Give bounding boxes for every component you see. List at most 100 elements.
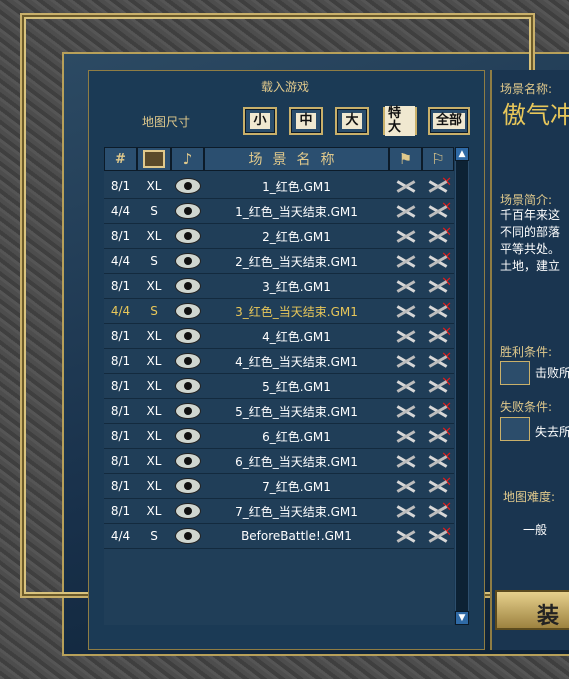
- size-all-button[interactable]: 全部: [428, 107, 470, 135]
- defeat-condition-icon: [500, 417, 530, 441]
- size-large-label: 大: [342, 113, 362, 129]
- sort-size-button[interactable]: [137, 147, 171, 171]
- crossed-swords-icon: [394, 202, 418, 220]
- crossed-swords-icon: [394, 402, 418, 420]
- table-row[interactable]: 8/1 XL 7_红色_当天结束.GM1 ✕: [104, 499, 454, 524]
- table-row[interactable]: 8/1 XL 3_红色.GM1 ✕: [104, 274, 454, 299]
- defeat-cell: ✕: [422, 449, 454, 474]
- table-row[interactable]: 8/1 XL 6_红色_当天结束.GM1 ✕: [104, 449, 454, 474]
- preview-cell: [171, 224, 204, 249]
- victory-cell: [389, 174, 422, 199]
- defeat-cell: ✕: [422, 349, 454, 374]
- table-row[interactable]: 8/1 XL 5_红色_当天结束.GM1 ✕: [104, 399, 454, 424]
- players-cell: 8/1: [104, 274, 137, 299]
- defeat-swords-icon: ✕: [426, 251, 452, 270]
- defeat-flag-icon: ⚐: [431, 150, 445, 168]
- size-medium-label: 中: [296, 113, 316, 129]
- map-size-label: 地图尺寸: [142, 115, 191, 129]
- scene-name-value: 傲气冲: [502, 101, 569, 129]
- table-row[interactable]: 4/4 S BeforeBattle!.GM1 ✕: [104, 524, 454, 549]
- load-button-label: 装: [537, 604, 560, 629]
- crossed-swords-icon: [394, 352, 418, 370]
- table-row[interactable]: 8/1 XL 2_红色.GM1 ✕: [104, 224, 454, 249]
- crossed-swords-icon: [394, 327, 418, 345]
- scroll-up-button[interactable]: ▲: [455, 147, 469, 161]
- sort-version-button[interactable]: ♪: [171, 147, 204, 171]
- table-row[interactable]: 4/4 S 1_红色_当天结束.GM1 ✕: [104, 199, 454, 224]
- list-scrollbar[interactable]: [455, 147, 469, 625]
- defeat-swords-icon: ✕: [426, 401, 452, 420]
- intro-line: 不同的部落: [500, 225, 561, 239]
- map-size-cell: XL: [137, 224, 171, 249]
- scene-name-cell: 6_红色_当天结束.GM1: [204, 449, 389, 474]
- size-xlarge-label: 特大: [385, 106, 415, 136]
- players-cell: 4/4: [104, 249, 137, 274]
- scene-name-cell: 4_红色.GM1: [204, 324, 389, 349]
- preview-cell: [171, 449, 204, 474]
- crossed-swords-icon: [394, 227, 418, 245]
- defeat-cell: ✕: [422, 224, 454, 249]
- table-row[interactable]: 8/1 XL 4_红色_当天结束.GM1 ✕: [104, 349, 454, 374]
- scene-name-cell: 4_红色_当天结束.GM1: [204, 349, 389, 374]
- defeat-cell: ✕: [422, 424, 454, 449]
- table-row[interactable]: 4/4 S 3_红色_当天结束.GM1 ✕: [104, 299, 454, 324]
- defeat-swords-icon: ✕: [426, 201, 452, 220]
- victory-cell: [389, 199, 422, 224]
- crossed-swords-icon: [394, 452, 418, 470]
- map-size-cell: XL: [137, 324, 171, 349]
- eye-icon: [175, 304, 200, 318]
- map-size-cell: S: [137, 524, 171, 549]
- map-size-cell: XL: [137, 174, 171, 199]
- scene-name-cell: 6_红色.GM1: [204, 424, 389, 449]
- load-button[interactable]: 装: [495, 590, 569, 630]
- table-row[interactable]: 8/1 XL 6_红色.GM1 ✕: [104, 424, 454, 449]
- sort-victory-button[interactable]: ⚑: [389, 147, 422, 171]
- preview-cell: [171, 249, 204, 274]
- map-size-cell: XL: [137, 449, 171, 474]
- difficulty-label: 地图难度:: [503, 490, 556, 504]
- victory-text: 击败所: [535, 366, 569, 380]
- victory-cell: [389, 224, 422, 249]
- map-size-cell: XL: [137, 274, 171, 299]
- victory-cell: [389, 274, 422, 299]
- table-row[interactable]: 8/1 XL 4_红色.GM1 ✕: [104, 324, 454, 349]
- sort-name-button[interactable]: 场景名称: [204, 147, 389, 171]
- eye-icon: [175, 529, 200, 543]
- scene-name-cell: 2_红色_当天结束.GM1: [204, 249, 389, 274]
- defeat-swords-icon: ✕: [426, 276, 452, 295]
- size-medium-button[interactable]: 中: [289, 107, 323, 135]
- victory-cell: [389, 324, 422, 349]
- size-large-button[interactable]: 大: [335, 107, 369, 135]
- map-size-cell: XL: [137, 374, 171, 399]
- crossed-swords-icon: [394, 377, 418, 395]
- scene-name-header: 场景名称: [248, 152, 345, 168]
- scenario-details-panel: [490, 70, 569, 650]
- map-size-cell: S: [137, 299, 171, 324]
- sort-players-button[interactable]: #: [104, 147, 137, 171]
- difficulty-value: 一般: [523, 523, 548, 537]
- table-row[interactable]: 8/1 XL 1_红色.GM1 ✕: [104, 174, 454, 199]
- table-row[interactable]: 8/1 XL 5_红色.GM1 ✕: [104, 374, 454, 399]
- map-size-cell: XL: [137, 349, 171, 374]
- size-xlarge-button[interactable]: 特大: [383, 106, 417, 136]
- players-icon: #: [115, 151, 126, 167]
- sort-defeat-button[interactable]: ⚐: [422, 147, 454, 171]
- crossed-swords-icon: [394, 177, 418, 195]
- size-small-button[interactable]: 小: [243, 107, 277, 135]
- defeat-cell: ✕: [422, 199, 454, 224]
- players-cell: 8/1: [104, 374, 137, 399]
- victory-cell: [389, 499, 422, 524]
- map-size-cell: XL: [137, 399, 171, 424]
- eye-icon: [175, 379, 200, 393]
- eye-icon: [175, 354, 200, 368]
- players-cell: 8/1: [104, 449, 137, 474]
- table-row[interactable]: 4/4 S 2_红色_当天结束.GM1 ✕: [104, 249, 454, 274]
- intro-line: 平等共处。: [500, 242, 561, 256]
- victory-cell: [389, 374, 422, 399]
- preview-cell: [171, 274, 204, 299]
- scroll-down-button[interactable]: ▼: [455, 611, 469, 625]
- scene-name-cell: 1_红色_当天结束.GM1: [204, 199, 389, 224]
- preview-cell: [171, 324, 204, 349]
- preview-cell: [171, 349, 204, 374]
- table-row[interactable]: 8/1 XL 7_红色.GM1 ✕: [104, 474, 454, 499]
